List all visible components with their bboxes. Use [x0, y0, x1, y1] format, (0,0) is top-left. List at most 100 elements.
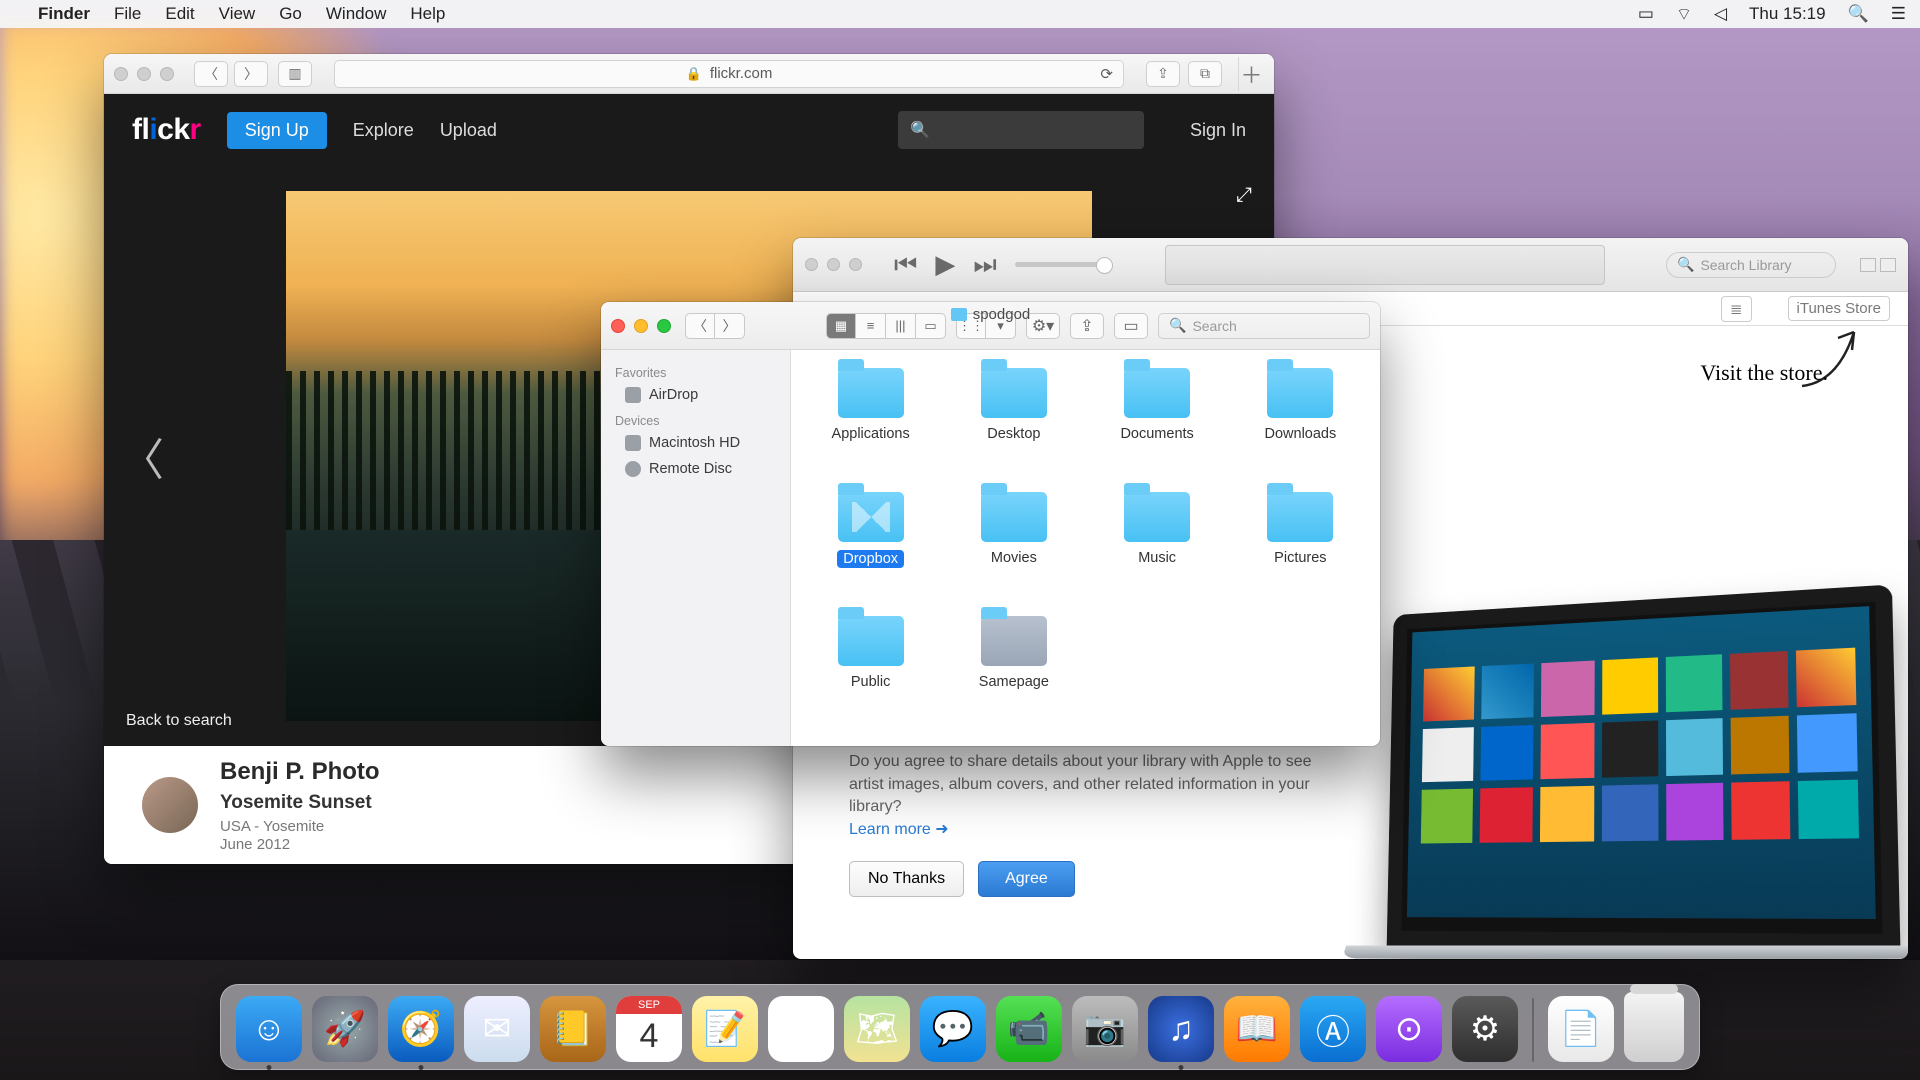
flickr-logo[interactable]: flickr: [132, 113, 201, 147]
dock-safari[interactable]: 🧭: [388, 996, 454, 1062]
view-list-button[interactable]: ≡: [856, 313, 886, 339]
prev-track-icon[interactable]: ⏮: [894, 249, 917, 281]
volume-icon[interactable]: ◁: [1714, 4, 1727, 24]
itunes-zoom-button[interactable]: [849, 258, 862, 271]
folder-documents[interactable]: Documents: [1086, 364, 1229, 482]
safari-minimize-button[interactable]: [137, 67, 151, 81]
itunes-search-input[interactable]: 🔍 Search Library: [1666, 252, 1836, 278]
safari-tabs-button[interactable]: ⧉: [1188, 61, 1222, 87]
agree-button[interactable]: Agree: [978, 861, 1075, 897]
tags-button[interactable]: ▭: [1114, 313, 1148, 339]
volume-slider[interactable]: [1015, 262, 1111, 267]
learn-more-link[interactable]: Learn more ➜: [849, 821, 949, 838]
menubar-clock[interactable]: Thu 15:19: [1749, 4, 1826, 24]
folder-samepage[interactable]: Samepage: [942, 612, 1085, 730]
arrange-menu-button[interactable]: ▾: [986, 313, 1016, 339]
reload-icon[interactable]: ⟳: [1100, 65, 1113, 83]
airplay-icon[interactable]: ▭: [1638, 4, 1654, 24]
itunes-close-button[interactable]: [805, 258, 818, 271]
menu-view[interactable]: View: [219, 4, 256, 24]
dock-mail[interactable]: ✉︎: [464, 996, 530, 1062]
dock-trash[interactable]: [1624, 992, 1684, 1062]
folder-label: Downloads: [1265, 426, 1337, 442]
finder-forward-button[interactable]: 〉: [715, 313, 745, 339]
menubar-app-name[interactable]: Finder: [38, 4, 90, 24]
dock-calendar[interactable]: SEP4: [616, 996, 682, 1062]
dock-podcasts[interactable]: ⊙: [1376, 996, 1442, 1062]
menu-go[interactable]: Go: [279, 4, 302, 24]
itunes-miniplayer-button[interactable]: [1860, 258, 1876, 272]
dock-reminders[interactable]: ☑︎: [768, 996, 834, 1062]
spotlight-icon[interactable]: 🔍: [1848, 4, 1869, 24]
finder-search-input[interactable]: 🔍 Search: [1158, 313, 1370, 339]
sidebar-item-airdrop[interactable]: AirDrop: [601, 382, 790, 408]
safari-sidebar-button[interactable]: ▥: [278, 61, 312, 87]
dock-itunes[interactable]: ♫: [1148, 996, 1214, 1062]
dock-messages[interactable]: 💬: [920, 996, 986, 1062]
folder-pictures[interactable]: Pictures: [1229, 488, 1372, 606]
dock-facetime[interactable]: 📹: [996, 996, 1062, 1062]
prev-photo-button[interactable]: 〈: [110, 414, 174, 498]
menu-edit[interactable]: Edit: [165, 4, 194, 24]
upload-link[interactable]: Upload: [440, 120, 497, 141]
dock-finder[interactable]: ☺: [236, 996, 302, 1062]
back-to-search-link[interactable]: Back to search: [126, 712, 232, 730]
finder-close-button[interactable]: [611, 319, 625, 333]
sidebar-item-remote-disc[interactable]: Remote Disc: [601, 456, 790, 482]
next-track-icon[interactable]: ⏭: [973, 249, 996, 281]
folder-icon: [981, 616, 1047, 666]
safari-share-button[interactable]: ⇪: [1146, 61, 1180, 87]
view-icon-button[interactable]: ▦: [826, 313, 856, 339]
folder-dropbox[interactable]: Dropbox: [799, 488, 942, 606]
menu-window[interactable]: Window: [326, 4, 386, 24]
flickr-search-input[interactable]: 🔍: [898, 111, 1144, 149]
action-menu-button[interactable]: ⚙▾: [1026, 313, 1060, 339]
dock-maps[interactable]: 🗺: [844, 996, 910, 1062]
itunes-minimize-button[interactable]: [827, 258, 840, 271]
wifi-icon[interactable]: ⌔: [1676, 4, 1692, 25]
dock-contacts[interactable]: 📒: [540, 996, 606, 1062]
folder-movies[interactable]: Movies: [942, 488, 1085, 606]
dock-photobooth[interactable]: 📷: [1072, 996, 1138, 1062]
folder-desktop[interactable]: Desktop: [942, 364, 1085, 482]
arrange-button[interactable]: ⋮⋮: [956, 313, 986, 339]
explore-link[interactable]: Explore: [353, 120, 414, 141]
dock-document[interactable]: 📄: [1548, 996, 1614, 1062]
safari-zoom-button[interactable]: [160, 67, 174, 81]
itunes-fullscreen-button[interactable]: [1880, 258, 1896, 272]
sidebar-item-macintosh-hd[interactable]: Macintosh HD: [601, 430, 790, 456]
safari-forward-button[interactable]: 〉: [234, 61, 268, 87]
folder-music[interactable]: Music: [1086, 488, 1229, 606]
safari-back-button[interactable]: 〈: [194, 61, 228, 87]
folder-public[interactable]: Public: [799, 612, 942, 730]
folder-downloads[interactable]: Downloads: [1229, 364, 1372, 482]
folder-applications[interactable]: Applications: [799, 364, 942, 482]
fullscreen-icon[interactable]: ⤢: [1236, 184, 1252, 207]
dock-ibooks[interactable]: 📖: [1224, 996, 1290, 1062]
menu-help[interactable]: Help: [410, 4, 445, 24]
safari-new-tab-button[interactable]: ＋: [1238, 57, 1264, 91]
no-thanks-button[interactable]: No Thanks: [849, 861, 964, 897]
dock-appstore[interactable]: Ⓐ: [1300, 996, 1366, 1062]
menu-file[interactable]: File: [114, 4, 141, 24]
disc-icon: [625, 461, 641, 477]
author-avatar[interactable]: [142, 777, 198, 833]
dock-notes[interactable]: 📝: [692, 996, 758, 1062]
itunes-list-button[interactable]: ≣: [1721, 296, 1752, 322]
signin-link[interactable]: Sign In: [1190, 120, 1246, 141]
dock-launchpad[interactable]: 🚀: [312, 996, 378, 1062]
calendar-month: SEP: [616, 996, 682, 1014]
share-button[interactable]: ⇪: [1070, 313, 1104, 339]
signup-button[interactable]: Sign Up: [227, 112, 327, 149]
dock-preferences[interactable]: ⚙: [1452, 996, 1518, 1062]
finder-back-button[interactable]: 〈: [685, 313, 715, 339]
play-icon[interactable]: ▶: [935, 249, 955, 280]
view-coverflow-button[interactable]: ▭: [916, 313, 946, 339]
view-column-button[interactable]: |||: [886, 313, 916, 339]
finder-zoom-button[interactable]: [657, 319, 671, 333]
itunes-store-button[interactable]: iTunes Store: [1788, 296, 1891, 321]
safari-address-bar[interactable]: 🔒 flickr.com ⟳: [334, 60, 1124, 88]
finder-minimize-button[interactable]: [634, 319, 648, 333]
notification-center-icon[interactable]: ☰: [1891, 4, 1906, 24]
safari-close-button[interactable]: [114, 67, 128, 81]
